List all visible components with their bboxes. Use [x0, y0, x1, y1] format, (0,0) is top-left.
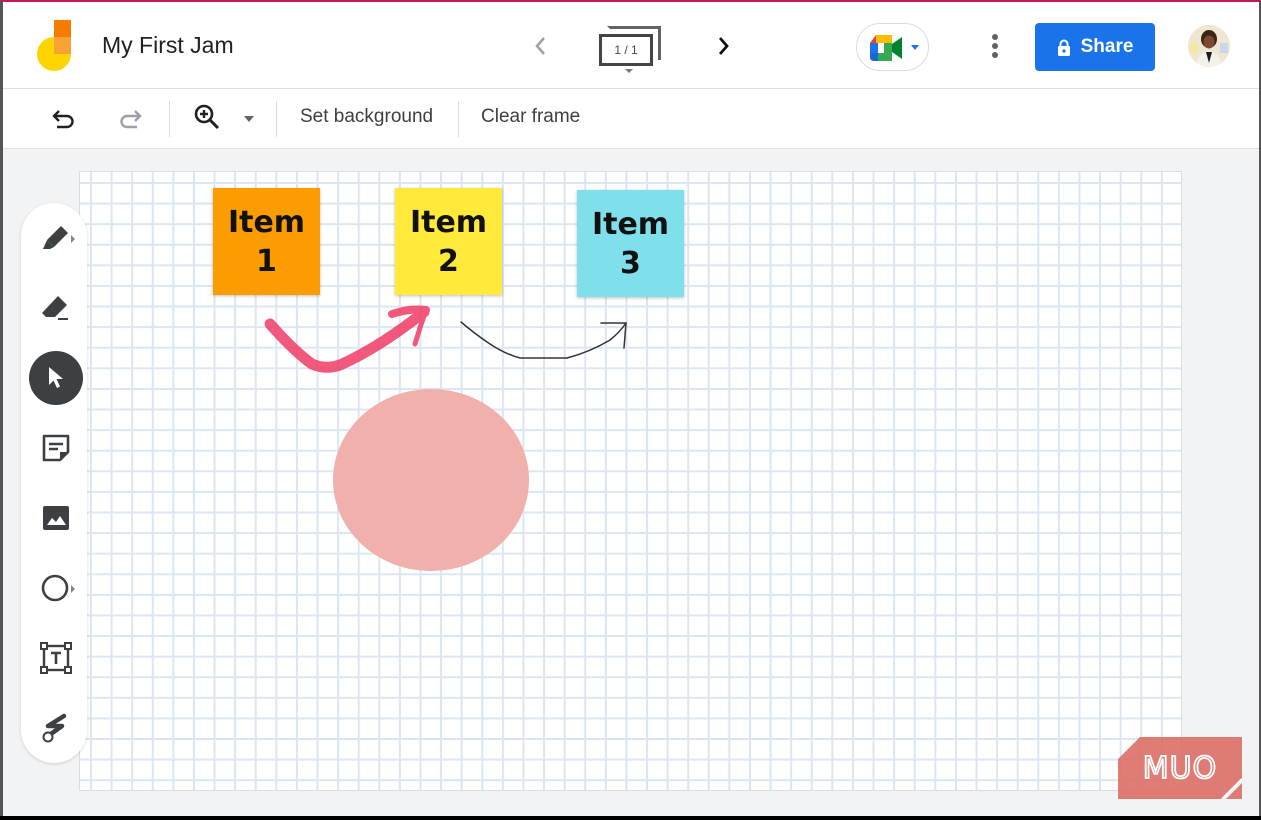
avatar-photo-icon: [1188, 25, 1230, 67]
cursor-icon: [49, 367, 63, 388]
clear-frame-button[interactable]: Clear frame: [481, 106, 580, 128]
jamboard-logo-icon: [37, 20, 73, 72]
chevron-right-icon: [718, 37, 729, 55]
zoom-in-icon: [194, 104, 220, 130]
lock-icon: [1057, 39, 1070, 56]
shape-tool-button[interactable]: [29, 561, 83, 615]
submenu-arrow-icon: [71, 235, 75, 243]
set-background-button[interactable]: Set background: [300, 106, 433, 128]
google-meet-icon: [870, 35, 902, 61]
eraser-icon: [42, 296, 68, 320]
redo-button[interactable]: [115, 105, 143, 133]
laser-tool-button[interactable]: [29, 701, 83, 755]
text-box-icon: [40, 642, 72, 674]
zoom-button[interactable]: [193, 103, 221, 131]
next-frame-button[interactable]: [711, 32, 735, 60]
muo-text: MUO: [1143, 751, 1217, 786]
user-avatar[interactable]: [1188, 25, 1230, 67]
undo-button[interactable]: [51, 105, 79, 133]
share-label: Share: [1080, 36, 1134, 57]
sticky-note-item-1[interactable]: Item 1: [213, 188, 320, 295]
black-pen-arrow[interactable]: [460, 321, 627, 359]
chevron-left-icon: [535, 37, 545, 55]
frames-button[interactable]: 1 / 1: [599, 24, 665, 76]
sticky-note-icon: [42, 434, 70, 462]
pink-circle-shape[interactable]: [333, 389, 529, 571]
toolbar-divider: [276, 101, 277, 137]
undo-icon: [52, 110, 74, 129]
circle-icon: [41, 574, 69, 602]
image-tool-button[interactable]: [29, 491, 83, 545]
toolbar: Set background Clear frame: [3, 89, 1259, 149]
meet-button[interactable]: [856, 23, 929, 71]
eraser-tool-button[interactable]: [29, 281, 83, 335]
jam-canvas[interactable]: Item 1 Item 2 Item 3: [79, 171, 1182, 791]
sticky-note-item-2[interactable]: Item 2: [395, 188, 502, 295]
tool-sidebar: [21, 203, 87, 763]
select-tool-button[interactable]: [29, 351, 83, 405]
submenu-arrow-icon: [71, 585, 75, 593]
pink-marker-arrow[interactable]: [264, 305, 430, 373]
pen-tool-button[interactable]: [29, 211, 83, 265]
more-options-button[interactable]: [987, 32, 1003, 62]
redo-icon: [120, 110, 142, 129]
text-box-tool-button[interactable]: [29, 631, 83, 685]
frame-counter: 1 / 1: [599, 34, 653, 66]
jam-title[interactable]: My First Jam: [102, 32, 234, 59]
previous-frame-button[interactable]: [529, 32, 553, 60]
toolbar-divider: [169, 101, 170, 137]
sticky-note-item-3[interactable]: Item 3: [577, 190, 684, 297]
pen-icon: [43, 226, 68, 249]
laser-icon: [42, 713, 67, 743]
toolbar-divider: [458, 101, 459, 137]
zoom-dropdown-button[interactable]: [244, 116, 254, 122]
share-button[interactable]: Share: [1035, 23, 1155, 71]
sticky-note-tool-button[interactable]: [29, 421, 83, 475]
more-vert-icon: [992, 34, 998, 58]
caret-down-icon: [911, 45, 919, 50]
muo-watermark: MUO: [1118, 737, 1243, 800]
image-icon: [43, 506, 69, 530]
header: My First Jam 1 / 1 Share: [3, 2, 1259, 89]
caret-down-icon: [625, 69, 633, 73]
jamboard-window: My First Jam 1 / 1 Share Set background …: [0, 0, 1261, 816]
